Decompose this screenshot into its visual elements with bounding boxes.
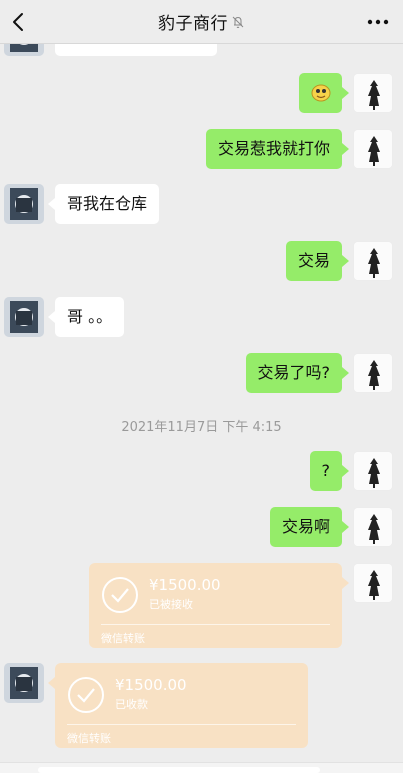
self-avatar[interactable]	[353, 129, 393, 169]
transfer-amount: ¥1500.00	[115, 676, 187, 694]
contact-avatar[interactable]	[4, 184, 44, 224]
check-circle-icon	[68, 677, 104, 713]
sticker-bubble[interactable]	[299, 73, 342, 113]
message-bubble[interactable]: 哥 。。	[55, 297, 125, 337]
self-avatar[interactable]	[353, 353, 393, 393]
transfer-status: 已收款	[115, 698, 148, 711]
self-avatar[interactable]	[353, 451, 393, 491]
chat-header: 豹子商行	[0, 0, 403, 44]
chat-title: 豹子商行	[158, 14, 228, 34]
chat-area: 交易惹我就打你 哥我在仓库 交易 哥 。。 交易了吗? 2021年11月7日 下…	[0, 0, 403, 773]
transfer-status: 已被接收	[149, 598, 193, 611]
message-timestamp: 2021年11月7日 下午 4:15	[121, 420, 282, 435]
message-input[interactable]	[38, 767, 320, 773]
contact-avatar[interactable]	[4, 663, 44, 703]
message-bubble[interactable]: 哥我在仓库	[55, 184, 160, 224]
transfer-card-received[interactable]: ¥1500.00 已收款 微信转账	[55, 663, 308, 748]
message-bubble[interactable]: ?	[309, 451, 342, 491]
chevron-left-icon[interactable]	[9, 12, 29, 32]
transfer-divider	[67, 724, 296, 725]
transfer-divider	[101, 624, 330, 625]
emoji-sticker-icon	[311, 84, 331, 102]
contact-avatar[interactable]	[4, 297, 44, 337]
transfer-service-label: 微信转账	[67, 732, 111, 745]
message-bubble[interactable]: 交易了吗?	[245, 353, 342, 393]
check-circle-icon	[102, 577, 138, 613]
bell-off-icon	[232, 16, 244, 28]
self-avatar[interactable]	[353, 563, 393, 603]
self-avatar[interactable]	[353, 73, 393, 113]
transfer-service-label: 微信转账	[101, 632, 145, 645]
ellipsis-icon[interactable]	[367, 15, 389, 29]
transfer-card-sent[interactable]: ¥1500.00 已被接收 微信转账	[89, 563, 342, 648]
self-avatar[interactable]	[353, 507, 393, 547]
message-bubble[interactable]: 交易惹我就打你	[205, 129, 342, 169]
message-bubble[interactable]: 交易啊	[269, 507, 342, 547]
transfer-amount: ¥1500.00	[149, 576, 221, 594]
message-bubble[interactable]: 交易	[285, 241, 342, 281]
self-avatar[interactable]	[353, 241, 393, 281]
